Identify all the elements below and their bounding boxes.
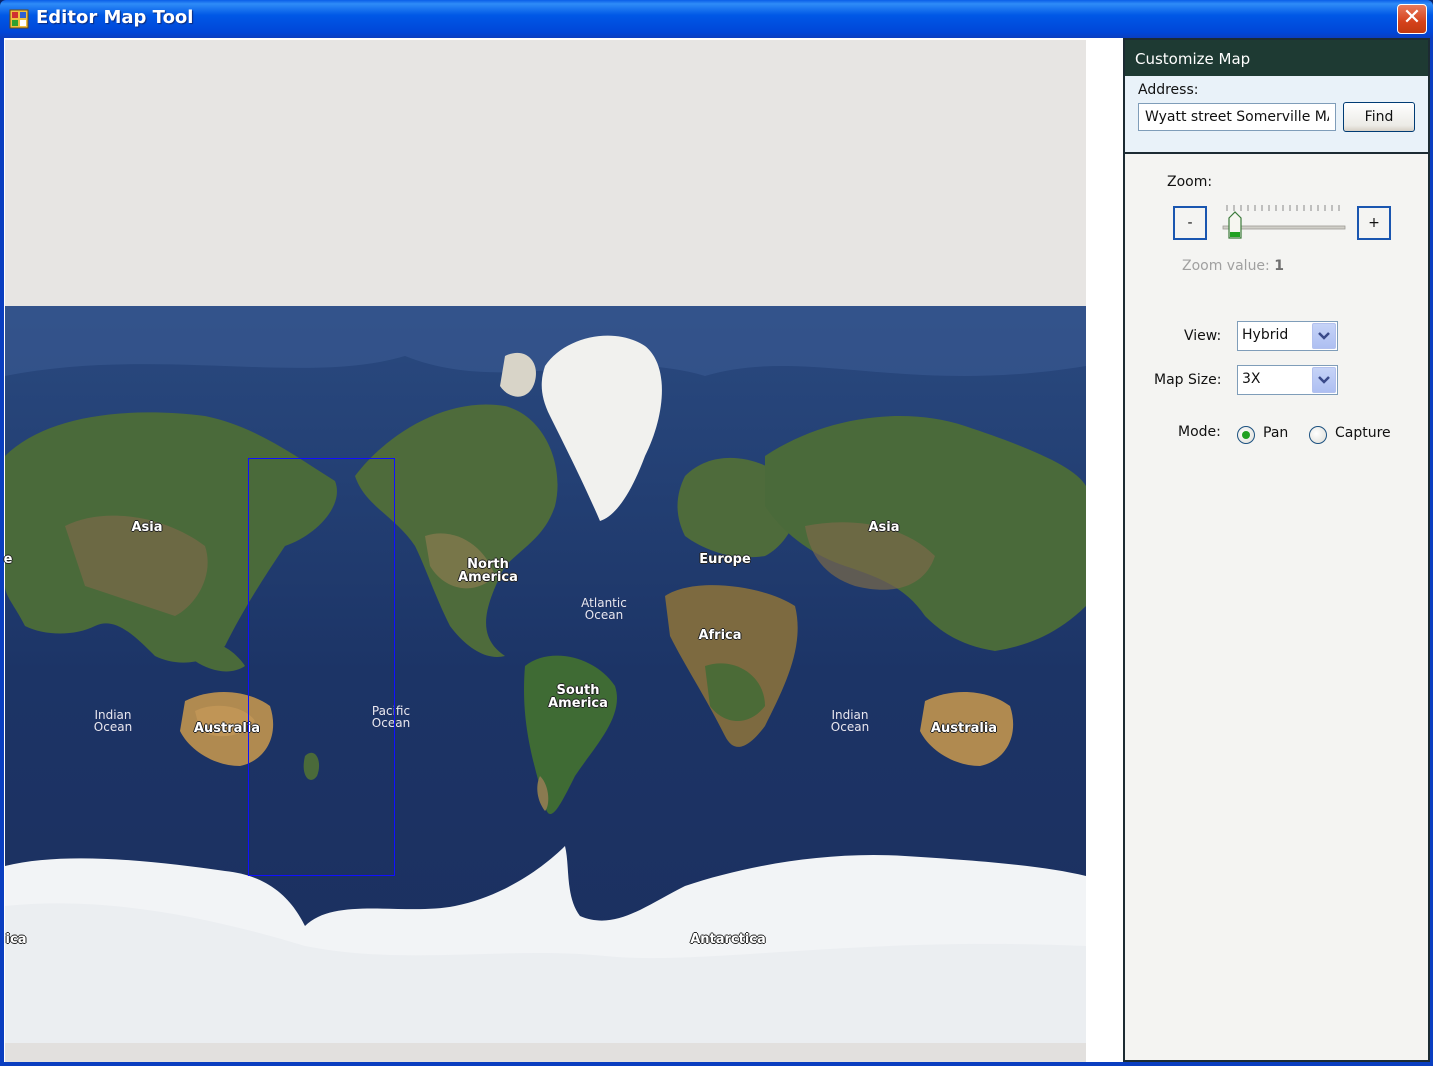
window-title: Editor Map Tool — [36, 7, 194, 28]
find-button[interactable]: Find — [1343, 102, 1415, 132]
panel-header: Customize Map — [1125, 40, 1428, 76]
map-label-edge-left: e — [3, 552, 13, 567]
capture-selection-rectangle[interactable] — [248, 458, 395, 876]
map-label-africa: Africa — [698, 628, 742, 643]
zoom-label: Zoom: — [1167, 174, 1213, 190]
mode-label: Mode: — [1178, 424, 1221, 440]
map-label-europe: Europe — [699, 552, 751, 567]
map-label-edge-antarctica: ica — [5, 932, 27, 947]
close-button[interactable]: ✕ — [1397, 4, 1427, 34]
close-icon: ✕ — [1402, 5, 1422, 30]
view-dropdown-button[interactable] — [1312, 323, 1336, 349]
view-label: View: — [1184, 328, 1222, 344]
customize-panel: Customize Map Address: Find Zoom: - + Zo… — [1123, 38, 1430, 1062]
map-label-australia-right: Australia — [930, 721, 998, 736]
zoom-value-readout: Zoom value: 1 — [1182, 258, 1284, 274]
mode-pan-radio[interactable] — [1237, 426, 1255, 444]
map-label-north-america: North America — [458, 557, 518, 585]
map-size-dropdown-button[interactable] — [1312, 367, 1336, 393]
address-label: Address: — [1138, 82, 1199, 98]
mode-pan-label[interactable]: Pan — [1263, 425, 1288, 441]
map-size-select[interactable]: 3X — [1237, 365, 1338, 395]
map-label-indian-right: Indian Ocean — [830, 708, 870, 734]
map-bottom-strip — [5, 1043, 1086, 1062]
mode-capture-label[interactable]: Capture — [1335, 425, 1391, 441]
app-icon — [9, 9, 29, 29]
map-label-asia-left: Asia — [131, 520, 163, 535]
address-input[interactable] — [1138, 103, 1336, 131]
zoom-value-number: 1 — [1274, 258, 1284, 274]
map-label-south-america: South America — [548, 683, 608, 711]
view-select[interactable]: Hybrid — [1237, 321, 1338, 351]
zoom-in-button[interactable]: + — [1357, 206, 1391, 240]
mode-capture-radio[interactable] — [1309, 426, 1327, 444]
zoom-value-label: Zoom value: — [1182, 258, 1270, 274]
world-map[interactable] — [5, 306, 1086, 1043]
address-section: Address: Find — [1125, 76, 1428, 154]
zoom-out-button[interactable]: - — [1173, 206, 1207, 240]
map-size-label: Map Size: — [1154, 372, 1222, 388]
map-label-asia-right: Asia — [868, 520, 900, 535]
zoom-slider[interactable] — [1217, 200, 1347, 244]
map-size-select-value: 3X — [1242, 371, 1261, 387]
title-bar[interactable]: Editor Map Tool ✕ — [0, 0, 1433, 38]
map-label-atlantic: Atlantic Ocean — [581, 596, 627, 622]
map-label-indian-left: Indian Ocean — [93, 708, 133, 734]
map-blank-area[interactable] — [5, 40, 1086, 306]
view-select-value: Hybrid — [1242, 327, 1289, 343]
chevron-down-icon — [1318, 376, 1330, 384]
chevron-down-icon — [1318, 332, 1330, 340]
map-label-antarctica: Antarctica — [690, 932, 766, 947]
